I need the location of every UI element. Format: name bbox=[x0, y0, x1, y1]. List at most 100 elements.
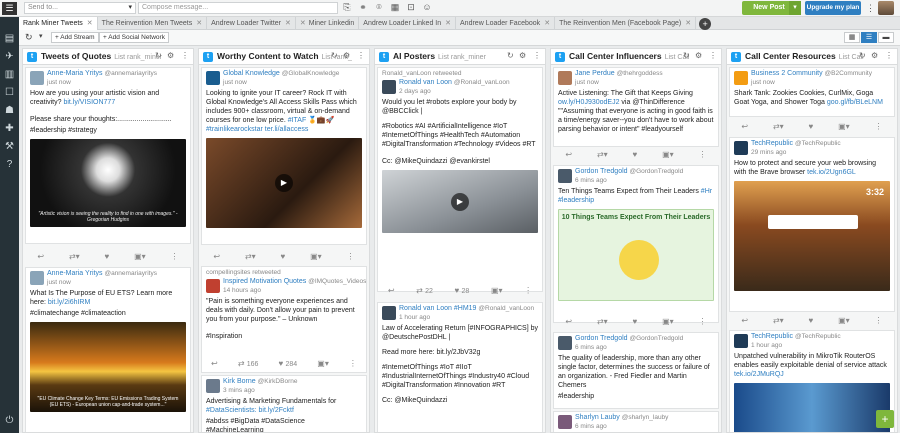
like-icon[interactable]: ♥ bbox=[455, 286, 460, 295]
more-icon[interactable]: ⋮ bbox=[875, 316, 883, 325]
compact-view-icon[interactable]: ▬ bbox=[878, 32, 894, 43]
hashtags[interactable]: #leadership #strategy bbox=[26, 125, 190, 136]
hashtags[interactable]: #Inspiration bbox=[202, 331, 366, 342]
retweet-icon[interactable]: ⇄▾ bbox=[69, 252, 80, 261]
assignments-icon[interactable]: ☐ bbox=[3, 86, 16, 99]
like-icon[interactable]: ♥ bbox=[809, 316, 814, 325]
tweet-video[interactable]: ▶ bbox=[206, 138, 362, 228]
reply-icon[interactable]: ↩ bbox=[741, 122, 748, 131]
tweet-link[interactable]: bit.ly/2i6hIRM bbox=[48, 299, 90, 306]
timestamp[interactable]: just now bbox=[575, 79, 599, 86]
close-icon[interactable]: ✕ bbox=[300, 20, 306, 27]
schedule-icon[interactable]: ▣▾ bbox=[491, 286, 503, 295]
more-icon[interactable]: ⋮ bbox=[875, 122, 883, 131]
close-icon[interactable]: ✕ bbox=[87, 20, 93, 27]
retweet-icon[interactable]: ⇄▾ bbox=[245, 252, 256, 261]
avatar[interactable] bbox=[558, 169, 572, 183]
timestamp[interactable]: 1 hour ago bbox=[751, 342, 782, 349]
timestamp[interactable]: 1 hour ago bbox=[399, 314, 430, 321]
retweet-icon[interactable]: ⇄ bbox=[416, 286, 423, 295]
tweet-image[interactable]: 3:32 bbox=[734, 181, 890, 291]
timestamp[interactable]: just now bbox=[751, 79, 775, 86]
more-icon[interactable]: ⋮ bbox=[357, 51, 365, 60]
refresh-icon[interactable]: ↻ bbox=[25, 32, 33, 43]
tweet-video[interactable]: ▶ bbox=[382, 170, 538, 233]
like-icon[interactable]: ♥ bbox=[281, 252, 286, 261]
tweet-card[interactable]: Business 2 Community @B2Community just no… bbox=[729, 67, 895, 117]
schedule-icon[interactable]: ▣▾ bbox=[662, 317, 674, 326]
tweet-link[interactable]: ow.ly/H0J930odEJ2 bbox=[558, 99, 619, 106]
avatar[interactable] bbox=[734, 334, 748, 348]
avatar[interactable] bbox=[558, 415, 572, 429]
lock-icon[interactable]: ⊡ bbox=[406, 1, 416, 14]
refresh-icon[interactable]: ↻ bbox=[683, 51, 690, 60]
more-icon[interactable]: ⋮ bbox=[699, 317, 707, 326]
send-to-field[interactable]: Send to... ▾ bbox=[24, 2, 136, 14]
tweet-card[interactable]: Anne-Maria Yritys @annemariayritys just n… bbox=[25, 267, 191, 432]
timestamp[interactable]: 29 mins ago bbox=[751, 149, 786, 156]
timestamp[interactable]: 14 hours ago bbox=[223, 287, 261, 294]
tweet-link[interactable]: ter.li/allaccess bbox=[265, 126, 309, 133]
hootsuite-logo[interactable]: ☰ bbox=[2, 2, 17, 15]
schedule-icon[interactable]: ▣▾ bbox=[134, 252, 146, 261]
settings-icon[interactable]: ⚙ bbox=[343, 51, 350, 60]
timestamp[interactable]: 6 mins ago bbox=[575, 177, 607, 184]
new-post-button[interactable]: New Post bbox=[742, 1, 796, 15]
tweet-card[interactable]: Kirk Borne @KirkDBorne 3 mins ago Adverti… bbox=[201, 375, 367, 432]
tweet-link[interactable]: #DataScientists: bit.ly/2Fcktf bbox=[206, 407, 294, 414]
refresh-icon[interactable]: ↻ bbox=[331, 51, 338, 60]
apps-grid-icon[interactable]: ⋮⋮ bbox=[866, 3, 884, 13]
author-name[interactable]: Inspired Motivation Quotes bbox=[223, 278, 306, 285]
author-name[interactable]: Ronald van Loon bbox=[399, 79, 452, 86]
analytics-icon[interactable]: ▥ bbox=[3, 68, 16, 81]
hashtags[interactable]: #climatechange #climateaction bbox=[26, 308, 190, 319]
like-icon[interactable]: ♥ bbox=[809, 122, 814, 131]
retweet-icon[interactable]: ⇄▾ bbox=[773, 316, 784, 325]
tweet-card[interactable]: Anne-Maria Yritys @annemariayritys just n… bbox=[25, 67, 191, 244]
add-social-network-button[interactable]: + Add Social Network bbox=[99, 32, 169, 43]
retweet-icon[interactable]: ⇄ bbox=[238, 359, 245, 368]
calendar-icon[interactable]: ▦ bbox=[390, 1, 400, 14]
author-name[interactable]: Anne-Maria Yritys bbox=[47, 70, 103, 77]
timestamp[interactable]: 2 days ago bbox=[399, 88, 431, 95]
avatar[interactable] bbox=[382, 306, 396, 320]
reply-icon[interactable]: ↩ bbox=[211, 359, 218, 368]
author-name[interactable]: Ronald van Loon #HM19 bbox=[399, 305, 476, 312]
hashtags[interactable]: #Robotics #AI #ArtificialIntelligence #I… bbox=[378, 121, 542, 150]
reply-icon[interactable]: ↩ bbox=[565, 317, 572, 326]
tweet-image[interactable]: "EU Climate Change Key Terms: EU Emissio… bbox=[30, 322, 186, 412]
tweet-link[interactable]: tek.io/2JMuRQJ bbox=[734, 371, 784, 378]
author-name[interactable]: Jane Perdue bbox=[575, 70, 615, 77]
reply-icon[interactable]: ↩ bbox=[213, 252, 220, 261]
list-view-icon[interactable]: ☰ bbox=[861, 32, 877, 43]
like-icon[interactable]: ♥ bbox=[279, 359, 284, 368]
compose-input[interactable]: Compose message... bbox=[138, 2, 338, 14]
author-name[interactable]: Gordon Tredgold bbox=[575, 168, 628, 175]
author-name[interactable]: TechRepublic bbox=[751, 333, 793, 340]
author-name[interactable]: Kirk Borne bbox=[223, 378, 256, 385]
tab-andrew-loader-twitter[interactable]: Andrew Loader Twitter ✕ bbox=[207, 17, 296, 30]
reply-icon[interactable]: ↩ bbox=[565, 150, 572, 159]
timestamp[interactable]: 6 mins ago bbox=[575, 344, 607, 351]
tweet-card[interactable]: Global Knowledge @GlobalKnowledge just no… bbox=[201, 67, 367, 245]
close-icon[interactable]: ✕ bbox=[685, 20, 691, 27]
tweet-card[interactable]: Jane Perdue @thehrgoddess just now Active… bbox=[553, 67, 719, 147]
schedule-icon[interactable]: ▣▾ bbox=[838, 316, 850, 325]
link-icon[interactable]: ⚭ bbox=[358, 1, 368, 14]
hashtags[interactable]: #InternetOfThings #IoT #IIoT #Industrial… bbox=[378, 362, 542, 391]
tab-reinvention-men-tweets[interactable]: The Reinvention Men Tweets ✕ bbox=[98, 17, 208, 30]
help-icon[interactable]: ? bbox=[3, 158, 16, 171]
apps-icon[interactable]: ✚ bbox=[3, 122, 16, 135]
schedule-icon[interactable]: ▣▾ bbox=[317, 359, 329, 368]
schedule-icon[interactable]: ▣▾ bbox=[310, 252, 322, 261]
tab-rank-miner-tweets[interactable]: Rank Miner Tweets ✕ bbox=[19, 17, 98, 30]
more-icon[interactable]: ⋮ bbox=[347, 252, 355, 261]
author-name[interactable]: Business 2 Community bbox=[751, 70, 823, 77]
avatar[interactable] bbox=[558, 336, 572, 350]
tweet-link[interactable]: tek.io/2Ugn6GL bbox=[807, 169, 856, 176]
close-icon[interactable]: ✕ bbox=[196, 20, 202, 27]
author-name[interactable]: Anne-Maria Yritys bbox=[47, 270, 103, 277]
retweet-icon[interactable]: ⇄▾ bbox=[597, 150, 608, 159]
settings-icon[interactable]: ⚙ bbox=[695, 51, 702, 60]
refresh-icon[interactable]: ↻ bbox=[859, 51, 866, 60]
